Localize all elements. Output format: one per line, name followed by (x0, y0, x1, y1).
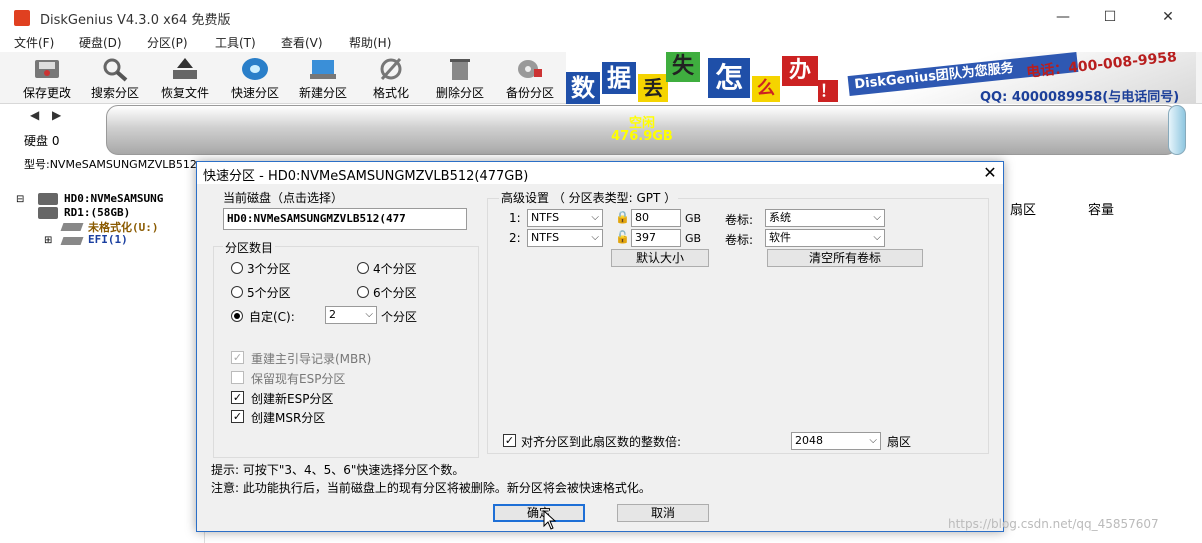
hdd-icon (38, 193, 58, 205)
menu-partition[interactable]: 分区(P) (147, 34, 188, 51)
new-partition-icon (310, 60, 336, 79)
format-button[interactable]: 格式化 (358, 54, 424, 102)
disk-bar-end-cap (1168, 105, 1186, 155)
upload-disk-icon (173, 58, 197, 79)
delete-partition-button[interactable]: 删除分区 (427, 54, 493, 102)
partition-info-panel: 扇区 容量 (1000, 183, 1202, 543)
lock-icon[interactable]: 🔒 (615, 210, 630, 224)
format-icon (380, 57, 402, 81)
menu-file[interactable]: 文件(F) (14, 34, 54, 51)
partition-count-title: 分区数目 (223, 239, 276, 256)
row1-volume-label-select[interactable]: 系统 ⌵ (765, 209, 885, 227)
trash-icon (450, 59, 470, 80)
disk-tree: ⊟ HD0:NVMeSAMSUNG RD1:(58GB) 未格式化(U:) ⊞ … (0, 183, 205, 543)
hint-text: 提示: 可按下"3、4、5、6"快速选择分区个数。 (211, 463, 465, 477)
chevron-down-icon: ⌵ (873, 212, 881, 223)
current-disk-label: 当前磁盘（点击选择） (223, 191, 344, 205)
cancel-button[interactable]: 取消 (617, 504, 709, 522)
tree-collapse-icon[interactable]: ⊟ (16, 194, 24, 205)
row2-volume-label-select[interactable]: 软件 ⌵ (765, 229, 885, 247)
warning-text: 注意: 此功能执行后，当前磁盘上的现有分区将被删除。新分区将会被快速格式化。 (211, 481, 651, 495)
magnifier-icon (103, 58, 128, 82)
dialog-close-button[interactable]: ✕ (977, 162, 1003, 184)
disk-label: 硬盘 0 (24, 134, 60, 148)
quick-partition-dialog: 快速分区 - HD0:NVMeSAMSUNGMZVLB512(477GB) ✕ … (196, 161, 1004, 532)
nav-forward-icon[interactable]: ▶ (52, 108, 61, 122)
partition-icon (60, 223, 84, 231)
backup-partition-button[interactable]: 备份分区 (497, 54, 563, 102)
row1-size-input[interactable]: 80 (631, 209, 681, 227)
minimize-button[interactable]: — (1040, 6, 1086, 28)
window-title: DiskGenius V4.3.0 x64 免费版 (40, 13, 231, 28)
align-sectors-select[interactable]: 2048 ⌵ (791, 432, 881, 450)
ok-button[interactable]: 确定 (493, 504, 585, 522)
nav-back-icon[interactable]: ◀ (30, 108, 39, 122)
banner-qq: QQ: 4000089958(与电话同号) (980, 90, 1180, 104)
save-disk-icon (35, 60, 59, 78)
menu-disk[interactable]: 硬盘(D) (79, 34, 122, 51)
chevron-down-icon: ⌵ (365, 309, 373, 320)
column-header-capacity: 容量 (1088, 203, 1115, 218)
partition-icon (60, 237, 84, 245)
keep-esp-checkbox[interactable] (231, 371, 244, 384)
title-bar: DiskGenius V4.3.0 x64 免费版 — ☐ ✕ (0, 0, 1202, 34)
row1-filesystem-select[interactable]: NTFS ⌵ (527, 209, 603, 227)
tree-item-efi[interactable]: EFI(1) (88, 233, 128, 246)
search-partition-button[interactable]: 搜索分区 (82, 54, 148, 102)
free-space-size: 476.9GB (611, 129, 673, 144)
quick-partition-icon (242, 58, 268, 80)
tree-expand-icon[interactable]: ⊞ (44, 235, 52, 246)
radio-4-partitions[interactable] (357, 262, 369, 274)
menu-bar: 文件(F) 硬盘(D) 分区(P) 工具(T) 查看(V) 帮助(H) (0, 34, 1202, 52)
radio-5-partitions[interactable] (231, 286, 243, 298)
dialog-title-bar: 快速分区 - HD0:NVMeSAMSUNGMZVLB512(477GB) ✕ (197, 162, 1003, 184)
ad-banner[interactable]: 数 据 丢 失 怎 么 办 ！ DiskGenius团队为您服务 电话：400-… (566, 52, 1196, 104)
create-esp-checkbox[interactable]: ✓ (231, 391, 244, 404)
align-partitions-checkbox[interactable]: ✓ (503, 434, 516, 447)
chevron-down-icon: ⌵ (873, 232, 881, 243)
row2-size-input[interactable]: 397 (631, 229, 681, 247)
rebuild-mbr-checkbox[interactable]: ✓ (231, 351, 244, 364)
unlock-icon[interactable]: 🔓 (615, 230, 630, 244)
hdd-icon (38, 207, 58, 219)
clear-all-labels-button[interactable]: 清空所有卷标 (767, 249, 923, 267)
quick-partition-button[interactable]: 快速分区 (222, 54, 288, 102)
radio-custom-partitions[interactable] (231, 310, 243, 322)
chevron-down-icon: ⌵ (591, 232, 599, 243)
radio-6-partitions[interactable] (357, 286, 369, 298)
current-disk-selector[interactable]: HD0:NVMeSAMSUNGMZVLB512(477 (223, 208, 467, 230)
chevron-down-icon: ⌵ (591, 212, 599, 223)
recover-files-button[interactable]: 恢复文件 (152, 54, 218, 102)
save-changes-button[interactable]: 保存更改 (14, 54, 80, 102)
row2-filesystem-select[interactable]: NTFS ⌵ (527, 229, 603, 247)
app-logo-icon (14, 10, 30, 26)
create-msr-checkbox[interactable]: ✓ (231, 410, 244, 423)
mouse-cursor-icon (543, 510, 557, 530)
backup-icon (518, 60, 542, 78)
menu-view[interactable]: 查看(V) (281, 34, 323, 51)
default-size-button[interactable]: 默认大小 (611, 249, 709, 267)
menu-tools[interactable]: 工具(T) (215, 34, 256, 51)
radio-3-partitions[interactable] (231, 262, 243, 274)
tree-item-hd0[interactable]: HD0:NVMeSAMSUNG (64, 192, 163, 205)
dialog-title: 快速分区 - HD0:NVMeSAMSUNGMZVLB512(477GB) (203, 169, 529, 184)
disk-model-line: 型号:NVMeSAMSUNGMZVLB512 (24, 158, 197, 171)
tree-item-rd1[interactable]: RD1:(58GB) (64, 206, 130, 219)
custom-count-select[interactable]: 2 ⌵ (325, 306, 377, 324)
close-window-button[interactable]: ✕ (1145, 6, 1191, 28)
watermark-text: https://blog.csdn.net/qq_45857607 (948, 517, 1159, 531)
maximize-button[interactable]: ☐ (1087, 6, 1133, 28)
menu-help[interactable]: 帮助(H) (349, 34, 391, 51)
advanced-settings-title: 高级设置 （ 分区表类型: GPT ） (499, 189, 679, 206)
column-header-sector: 扇区 (1010, 203, 1037, 218)
new-partition-button[interactable]: 新建分区 (290, 54, 356, 102)
chevron-down-icon: ⌵ (869, 435, 877, 446)
